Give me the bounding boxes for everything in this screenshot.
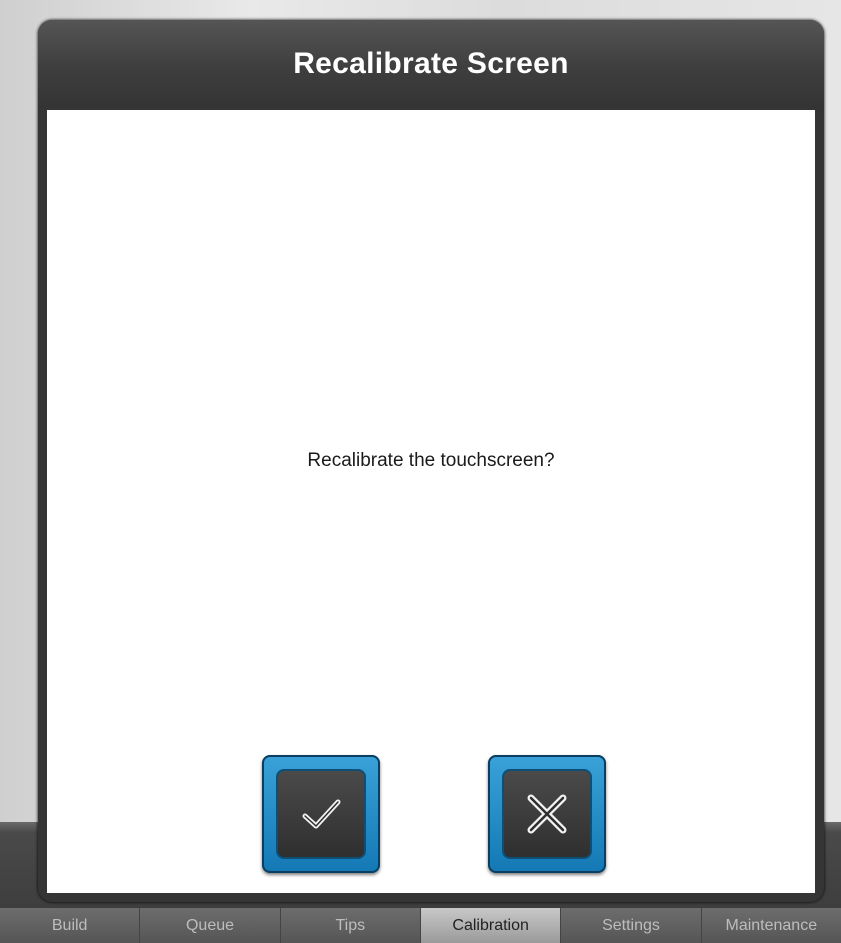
- dialog-body: Recalibrate the touchscreen?: [47, 110, 815, 893]
- confirm-button-face[interactable]: [276, 769, 366, 859]
- dialog-title: Recalibrate Screen: [293, 47, 569, 80]
- tab-maintenance[interactable]: Maintenance: [701, 908, 841, 943]
- close-icon: [527, 794, 567, 834]
- tab-calibration[interactable]: Calibration: [420, 908, 562, 943]
- confirm-button[interactable]: [262, 755, 380, 873]
- cancel-button[interactable]: [488, 755, 606, 873]
- checkmark-icon: [302, 799, 341, 829]
- tab-build[interactable]: Build: [0, 908, 141, 943]
- tab-tips[interactable]: Tips: [280, 908, 421, 943]
- bottom-tab-bar: Build Queue Tips Calibration Settings Ma…: [0, 908, 841, 943]
- dialog-header: Recalibrate Screen: [38, 20, 824, 108]
- cancel-button-face[interactable]: [502, 769, 592, 859]
- tab-settings[interactable]: Settings: [561, 908, 702, 943]
- recalibrate-dialog: Recalibrate Screen Recalibrate the touch…: [38, 20, 824, 902]
- tab-queue[interactable]: Queue: [140, 908, 281, 943]
- dialog-prompt: Recalibrate the touchscreen?: [307, 450, 555, 471]
